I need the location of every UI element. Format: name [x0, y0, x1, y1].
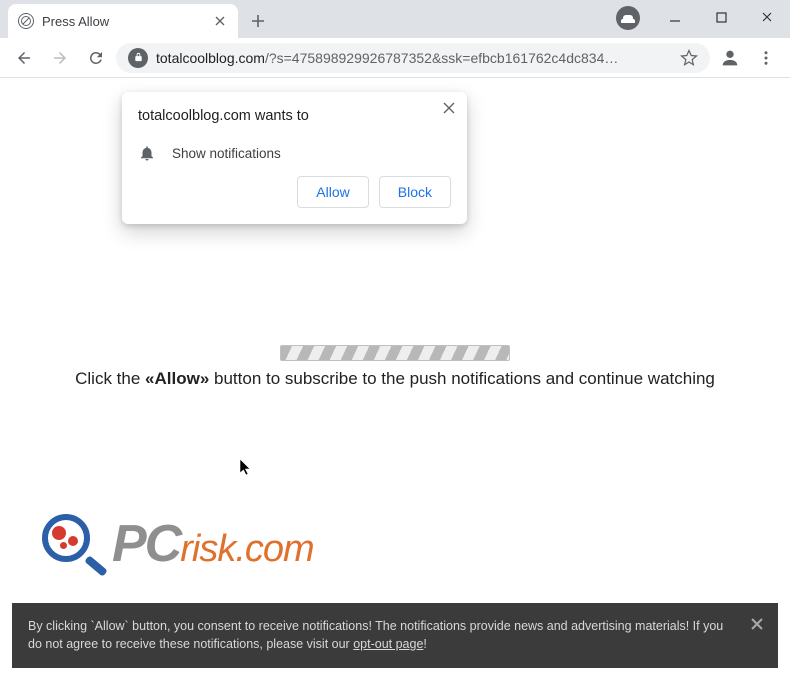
loading-bar — [280, 345, 510, 361]
forward-button[interactable] — [44, 42, 76, 74]
bell-icon — [138, 144, 156, 162]
back-button[interactable] — [8, 42, 40, 74]
reload-button[interactable] — [80, 42, 112, 74]
tab-close-button[interactable] — [212, 13, 228, 29]
globe-icon — [18, 13, 34, 29]
block-button[interactable]: Block — [379, 176, 451, 208]
kebab-menu-button[interactable] — [750, 42, 782, 74]
window-maximize-button[interactable] — [698, 0, 744, 34]
window-close-button[interactable] — [744, 0, 790, 34]
permission-title: totalcoolblog.com wants to — [138, 108, 451, 124]
window-minimize-button[interactable] — [652, 0, 698, 34]
logo-text-risk: risk.com — [180, 528, 313, 570]
allow-button[interactable]: Allow — [297, 176, 368, 208]
notification-permission-dialog: totalcoolblog.com wants to Show notifica… — [122, 92, 467, 224]
browser-tab[interactable]: Press Allow — [8, 4, 238, 38]
profile-avatar-button[interactable] — [714, 42, 746, 74]
url-text: totalcoolblog.com/?s=475898929926787352&… — [156, 50, 672, 66]
magnifier-icon — [40, 512, 104, 576]
browser-toolbar: totalcoolblog.com/?s=475898929926787352&… — [0, 38, 790, 78]
logo-text-pc: PC — [112, 515, 180, 573]
consent-bar: By clicking `Allow` button, you consent … — [12, 603, 778, 669]
incognito-icon — [616, 6, 640, 30]
optout-link[interactable]: opt-out page — [353, 637, 423, 651]
address-bar[interactable]: totalcoolblog.com/?s=475898929926787352&… — [116, 43, 710, 73]
bookmark-star-icon[interactable] — [680, 49, 698, 67]
pcrisk-logo: PCrisk.com — [40, 512, 314, 576]
new-tab-button[interactable] — [244, 7, 272, 35]
tab-strip: Press Allow — [0, 0, 790, 38]
mouse-cursor-icon — [239, 458, 253, 478]
dialog-close-button[interactable] — [443, 102, 455, 114]
page-message: Click the «Allow» button to subscribe to… — [0, 369, 790, 389]
tab-title: Press Allow — [42, 14, 204, 29]
lock-icon — [128, 48, 148, 68]
consent-close-button[interactable] — [750, 617, 764, 631]
permission-item: Show notifications — [172, 146, 281, 161]
